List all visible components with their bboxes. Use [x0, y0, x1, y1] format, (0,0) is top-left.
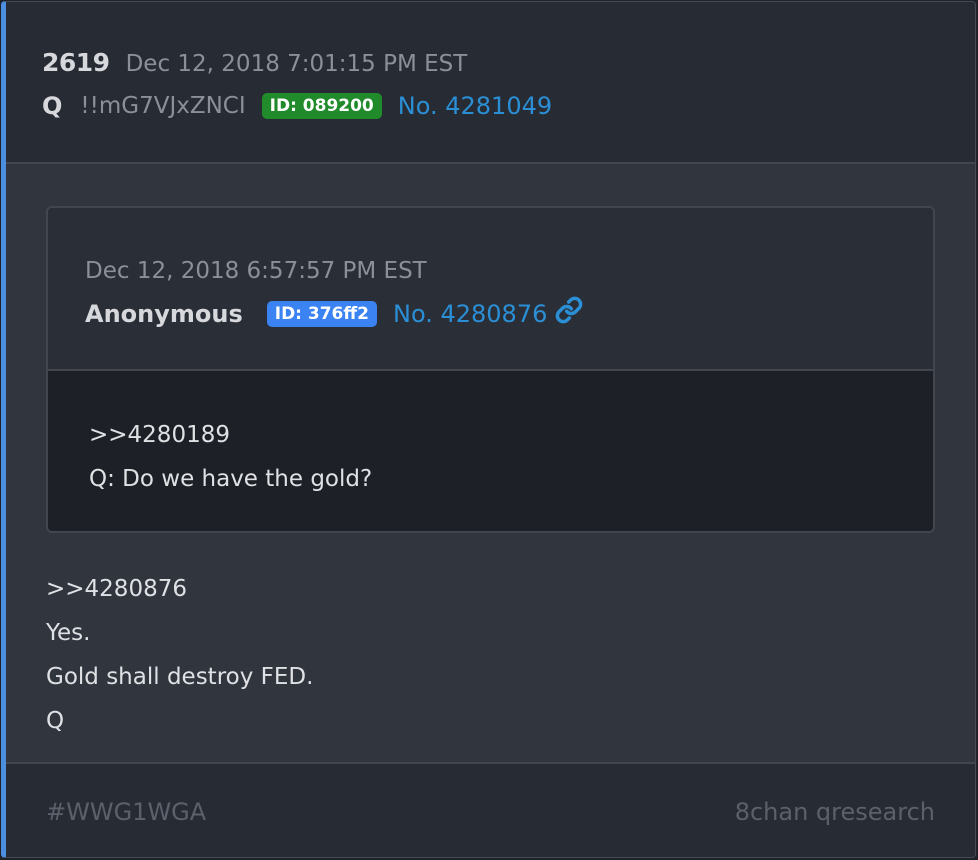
quoted-reply-reference[interactable]: >>4280189 — [89, 420, 372, 464]
post-author: Q — [42, 92, 63, 120]
post-card: 2619 Dec 12, 2018 7:01:15 PM EST Q !!mG7… — [1, 1, 976, 858]
poster-id-badge[interactable]: ID: 089200 — [261, 93, 382, 119]
post-timestamp: Dec 12, 2018 7:01:15 PM EST — [125, 51, 468, 77]
hashtag: #WWG1WGA — [46, 798, 207, 826]
quoted-author: Anonymous — [85, 300, 243, 328]
link-icon[interactable] — [555, 296, 583, 324]
quoted-header-row: Anonymous ID: 376ff2 No. 4280876 — [85, 296, 583, 328]
quoted-post-number-link[interactable]: No. 4280876 — [393, 300, 547, 328]
post-text-line: Gold shall destroy FED. — [46, 664, 314, 690]
post-number: 2619 — [42, 48, 110, 77]
post-text-line: Q — [46, 708, 65, 734]
quoted-post-header: Dec 12, 2018 6:57:57 PM EST Anonymous ID… — [48, 208, 933, 371]
quoted-post-body: >>4280189 Q: Do we have the gold? — [89, 420, 372, 508]
post-body: >>4280876 Yes. Gold shall destroy FED. Q — [46, 574, 313, 750]
post-number-link[interactable]: No. 4281049 — [398, 92, 552, 120]
reply-reference[interactable]: >>4280876 — [46, 574, 313, 618]
post-header: 2619 Dec 12, 2018 7:01:15 PM EST Q !!mG7… — [6, 2, 975, 164]
post-footer: #WWG1WGA 8chan qresearch — [6, 762, 975, 857]
post-text-line: Yes. — [46, 620, 91, 646]
quoted-text-line: Q: Do we have the gold? — [89, 466, 373, 492]
quoted-timestamp: Dec 12, 2018 6:57:57 PM EST — [85, 258, 427, 284]
post-tripcode: !!mG7VJxZNCI — [80, 93, 246, 119]
quoted-id-badge[interactable]: ID: 376ff2 — [266, 301, 377, 327]
post-header-row-2: Q !!mG7VJxZNCI ID: 089200 No. 4281049 — [42, 92, 552, 120]
source-label: 8chan qresearch — [734, 798, 935, 826]
quoted-post: Dec 12, 2018 6:57:57 PM EST Anonymous ID… — [46, 206, 935, 533]
post-header-row-1: 2619 Dec 12, 2018 7:01:15 PM EST — [42, 48, 467, 77]
